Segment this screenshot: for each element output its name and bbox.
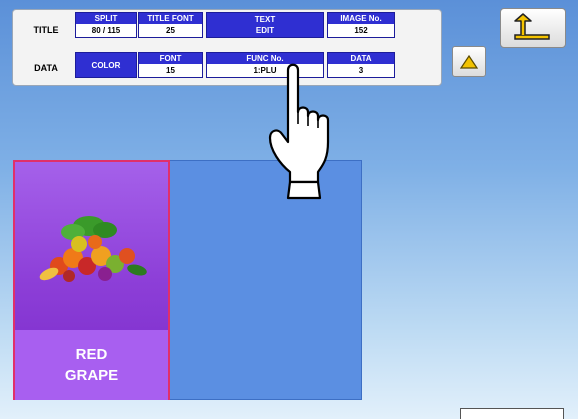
settings-panel: TITLE DATA SPLIT 80 / 115 TITLE FONT 25 … (12, 9, 442, 86)
image-no-field[interactable]: IMAGE No. 152 (327, 12, 395, 38)
tile-label: RED GRAPE (15, 330, 168, 400)
triangle-up-icon (460, 54, 478, 69)
tile-label-line2: GRAPE (64, 367, 119, 384)
image-no-value: 152 (328, 24, 394, 37)
split-field[interactable]: SPLIT 80 / 115 (75, 12, 137, 38)
bottom-field[interactable] (460, 408, 564, 419)
title-font-label: TITLE FONT (139, 13, 202, 24)
text-edit-button[interactable]: TEXT EDIT (206, 12, 324, 38)
color-button[interactable]: COLOR (75, 52, 137, 78)
font-field[interactable]: FONT 15 (138, 52, 203, 78)
title-row-label: TITLE (33, 25, 59, 35)
title-font-value: 25 (139, 24, 202, 37)
split-value: 80 / 115 (76, 24, 136, 37)
font-value: 15 (139, 64, 202, 77)
split-label: SPLIT (76, 13, 136, 24)
item-tile-red-grape[interactable]: RED GRAPE (13, 160, 170, 400)
color-label: COLOR (91, 60, 121, 70)
pointing-hand-icon (268, 63, 330, 200)
font-label: FONT (139, 53, 202, 64)
page-up-button[interactable] (452, 46, 486, 77)
return-arrow-icon (514, 13, 550, 40)
back-button[interactable] (500, 8, 566, 48)
text-edit-line2: EDIT (255, 26, 275, 35)
text-edit-line1: TEXT (254, 15, 276, 24)
fruit-vegetable-image (39, 216, 147, 282)
data-row-label: DATA (34, 63, 58, 73)
image-no-label: IMAGE No. (328, 13, 394, 24)
tile-label-line1: RED (75, 346, 108, 363)
title-font-field[interactable]: TITLE FONT 25 (138, 12, 203, 38)
